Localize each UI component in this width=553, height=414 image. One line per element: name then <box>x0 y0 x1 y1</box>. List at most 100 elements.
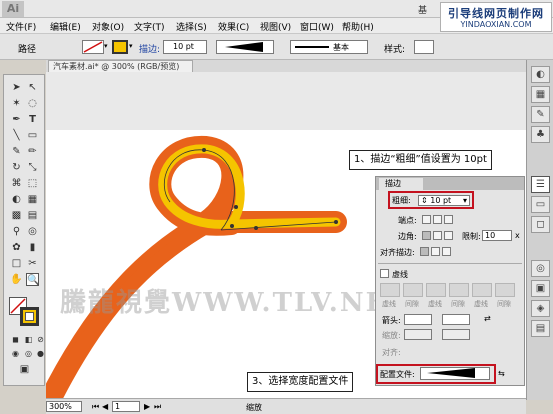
menu-view[interactable]: 视图(V) <box>260 20 291 33</box>
width-tool-icon[interactable]: ⌘ <box>10 177 23 190</box>
artboard-tool-icon[interactable]: □ <box>10 257 23 270</box>
stroke-dropdown-icon[interactable]: ▾ <box>129 42 133 50</box>
weight-dropdown-icon[interactable]: ▾ <box>463 196 469 205</box>
limit-input[interactable]: 10 <box>482 230 512 241</box>
start-arrowhead-dropdown[interactable] <box>404 314 432 325</box>
menu-edit[interactable]: 编辑(E) <box>50 20 81 33</box>
lasso-icon[interactable]: ◌ <box>26 97 39 110</box>
selection-tool-icon[interactable]: ➤ <box>10 81 23 94</box>
gap-field-1[interactable] <box>403 283 423 297</box>
miter-join-icon[interactable] <box>422 231 431 240</box>
dash-field-3[interactable] <box>472 283 492 297</box>
zoom-tool-icon[interactable]: 🔍 <box>26 273 39 286</box>
line-tool-icon[interactable]: ╲ <box>10 129 23 142</box>
shape-builder-icon[interactable]: ◐ <box>10 193 23 206</box>
menu-help[interactable]: 帮助(H) <box>342 20 374 33</box>
gap-field-2[interactable] <box>449 283 469 297</box>
pencil-icon[interactable]: ✏ <box>26 145 39 158</box>
stroke-panel-tab[interactable]: 描边 <box>379 178 423 190</box>
scale-tool-icon[interactable]: ⤡ <box>26 161 39 174</box>
prev-page-icon[interactable]: ◀ <box>102 402 108 411</box>
hand-tool-icon[interactable]: ✋ <box>10 273 23 286</box>
dashed-checkbox[interactable] <box>380 269 389 278</box>
layers-panel-icon[interactable]: ◈ <box>531 300 550 317</box>
brush-definition-dropdown[interactable]: 基本 <box>290 40 368 54</box>
magic-wand-icon[interactable]: ✶ <box>10 97 23 110</box>
last-page-icon[interactable]: ⏭ <box>154 402 161 412</box>
stroke-weight-field[interactable]: 10 pt <box>163 40 207 54</box>
symbol-sprayer-icon[interactable]: ✿ <box>10 241 23 254</box>
flip-along-icon[interactable]: ⇆ <box>498 369 505 378</box>
dash-field-1[interactable] <box>380 283 400 297</box>
first-page-icon[interactable]: ⏮ <box>92 402 99 412</box>
end-arrowhead-dropdown[interactable] <box>442 314 470 325</box>
menu-object[interactable]: 对象(O) <box>92 20 124 33</box>
anchor-point[interactable] <box>254 226 258 230</box>
symbols-panel-icon[interactable]: ♣ <box>531 126 550 143</box>
graphic-styles-icon[interactable]: ▣ <box>531 280 550 297</box>
document-tab[interactable]: 汽车素材.ai* @ 300% (RGB/预览) <box>48 60 193 72</box>
page-field[interactable]: 1 <box>112 401 140 412</box>
round-cap-icon[interactable] <box>433 215 442 224</box>
weight-spinner-icon[interactable]: ⇕ <box>421 196 428 205</box>
menu-file[interactable]: 文件(F) <box>6 20 36 33</box>
weight-input[interactable]: ⇕ 10 pt ▾ <box>418 195 470 206</box>
fill-swatch[interactable] <box>82 40 104 54</box>
stroke-swatch[interactable] <box>112 40 128 54</box>
swatches-panel-icon[interactable]: ▦ <box>531 86 550 103</box>
align-center-icon[interactable] <box>420 247 429 256</box>
eyedropper-icon[interactable]: ⚲ <box>10 225 23 238</box>
projecting-cap-icon[interactable] <box>444 215 453 224</box>
rotate-tool-icon[interactable]: ↻ <box>10 161 23 174</box>
brushes-panel-icon[interactable]: ✎ <box>531 106 550 123</box>
stroke-label[interactable]: 描边: <box>139 42 160 55</box>
gradient-panel-icon[interactable]: ▭ <box>531 196 550 213</box>
menu-type[interactable]: 文字(T) <box>134 20 165 33</box>
start-scale-input[interactable] <box>404 329 432 340</box>
menu-effect[interactable]: 效果(C) <box>218 20 249 33</box>
end-scale-input[interactable] <box>442 329 470 340</box>
artboards-panel-icon[interactable]: ▤ <box>531 320 550 337</box>
butt-cap-icon[interactable] <box>422 215 431 224</box>
paintbrush-icon[interactable]: ✎ <box>10 145 23 158</box>
loop-path-outer[interactable] <box>46 135 347 398</box>
fill-dropdown-icon[interactable]: ▾ <box>104 42 108 50</box>
menu-select[interactable]: 选择(S) <box>176 20 207 33</box>
zoom-field[interactable]: 300% <box>46 401 82 412</box>
anchor-point[interactable] <box>234 205 238 209</box>
anchor-point[interactable] <box>334 220 338 224</box>
swap-arrowheads-icon[interactable]: ⇄ <box>484 314 491 323</box>
variable-width-profile-dropdown[interactable] <box>216 40 274 54</box>
graph-tool-icon[interactable]: ▮ <box>26 241 39 254</box>
mesh-tool-icon[interactable]: ▩ <box>10 209 23 222</box>
stroke-panel-icon[interactable]: ☰ <box>531 176 550 193</box>
align-outside-icon[interactable] <box>442 247 451 256</box>
rectangle-tool-icon[interactable]: ▭ <box>26 129 39 142</box>
anchor-point[interactable] <box>202 148 206 152</box>
width-profile-dropdown[interactable] <box>420 367 490 380</box>
direct-selection-icon[interactable]: ↖ <box>26 81 39 94</box>
appearance-panel-icon[interactable]: ◎ <box>531 260 550 277</box>
gradient-tool-icon[interactable]: ▤ <box>26 209 39 222</box>
anchor-point[interactable] <box>230 224 234 228</box>
menu-window[interactable]: 窗口(W) <box>300 20 334 33</box>
color-mode-icon[interactable]: ◼ <box>9 333 22 346</box>
graphic-style-swatch[interactable] <box>414 40 434 54</box>
slice-tool-icon[interactable]: ✂ <box>26 257 39 270</box>
align-inside-icon[interactable] <box>431 247 440 256</box>
free-transform-icon[interactable]: ⬚ <box>26 177 39 190</box>
bevel-join-icon[interactable] <box>444 231 453 240</box>
dash-field-2[interactable] <box>426 283 446 297</box>
pen-tool-icon[interactable]: ✒ <box>10 113 23 126</box>
stroke-color-icon[interactable] <box>20 307 39 326</box>
perspective-grid-icon[interactable]: ▦ <box>26 193 39 206</box>
screen-mode-icon[interactable]: ▣ <box>18 363 31 376</box>
workspace-label[interactable]: 基 <box>418 3 427 16</box>
draw-normal-icon[interactable]: ◉ <box>9 347 22 360</box>
blend-tool-icon[interactable]: ◎ <box>26 225 39 238</box>
round-join-icon[interactable] <box>433 231 442 240</box>
next-page-icon[interactable]: ▶ <box>144 402 150 411</box>
transparency-panel-icon[interactable]: ◻ <box>531 216 550 233</box>
color-panel-icon[interactable]: ◐ <box>531 66 550 83</box>
type-tool-icon[interactable]: T <box>26 113 39 126</box>
